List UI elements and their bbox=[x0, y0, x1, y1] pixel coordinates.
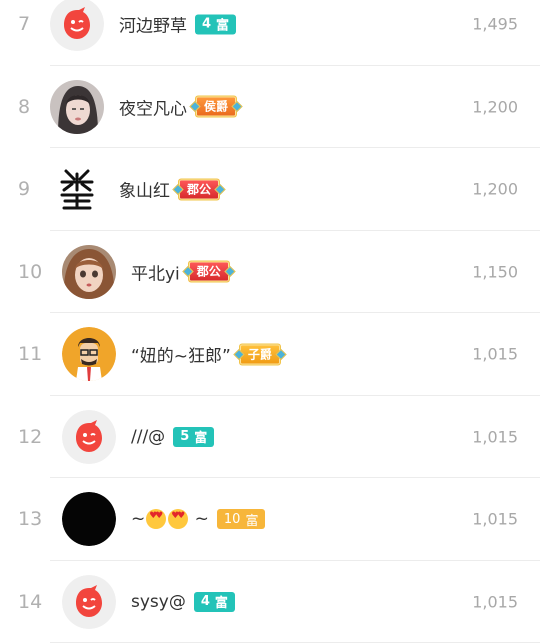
user-info: ///@ 5富 bbox=[131, 427, 214, 447]
user-info: 平北yi 郡公 bbox=[131, 259, 230, 284]
username[interactable]: sysy@ bbox=[131, 592, 186, 612]
list-item[interactable]: 11 “妞的~狂郎” 子爵 1,015 bbox=[0, 313, 540, 396]
list-item[interactable]: 7 河边野草 4富 1,495 bbox=[0, 0, 540, 66]
rank-number: 7 bbox=[18, 13, 48, 35]
username[interactable]: ///@ bbox=[131, 427, 165, 447]
user-info: 河边野草 4富 bbox=[119, 12, 236, 37]
avatar[interactable] bbox=[62, 245, 116, 299]
mascot-icon bbox=[50, 0, 104, 51]
mascot-icon bbox=[62, 410, 116, 464]
rank-number: 11 bbox=[18, 343, 48, 365]
wealth-badge: 4富 bbox=[195, 14, 236, 34]
avatar[interactable] bbox=[50, 0, 104, 51]
noble-badge: 侯爵 bbox=[195, 96, 237, 118]
avatar[interactable] bbox=[62, 410, 116, 464]
doll-photo-icon bbox=[62, 245, 116, 299]
list-item[interactable]: 8 夜空凡心 侯爵 1,200 bbox=[0, 66, 540, 149]
username[interactable]: 夜空凡心 bbox=[119, 94, 187, 119]
user-info: 夜空凡心 侯爵 bbox=[119, 94, 237, 119]
noble-badge: 子爵 bbox=[239, 343, 281, 365]
score: 1,200 bbox=[472, 180, 518, 199]
user-info: 象山红 郡公 bbox=[119, 177, 220, 202]
avatar[interactable] bbox=[62, 575, 116, 629]
heart-eyes-emoji-icon bbox=[146, 509, 166, 529]
noble-badge: 郡公 bbox=[188, 261, 230, 283]
score: 1,015 bbox=[472, 592, 518, 611]
user-photo-icon bbox=[50, 80, 104, 134]
list-item[interactable]: 10 平北yi 郡公 1,150 bbox=[0, 231, 540, 314]
avatar[interactable] bbox=[50, 80, 104, 134]
username[interactable]: ~ ~ bbox=[131, 509, 209, 529]
avatar[interactable] bbox=[62, 327, 116, 381]
score: 1,495 bbox=[472, 15, 518, 34]
username[interactable]: 平北yi bbox=[131, 259, 180, 284]
avatar[interactable] bbox=[50, 162, 104, 216]
list-item[interactable]: 13 ~ ~ 10富 1,015 bbox=[0, 478, 540, 561]
wealth-badge: 5富 bbox=[173, 427, 214, 447]
list-item[interactable]: 9 象山红 郡公 1,200 bbox=[0, 148, 540, 231]
mascot-icon bbox=[62, 575, 116, 629]
calligraphy-icon bbox=[50, 162, 104, 216]
username[interactable]: “妞的~狂郎” bbox=[131, 342, 231, 367]
cartoon-man-icon bbox=[62, 327, 116, 381]
list-item[interactable]: 12 ///@ 5富 1,015 bbox=[0, 396, 540, 479]
username[interactable]: 象山红 bbox=[119, 177, 170, 202]
username[interactable]: 河边野草 bbox=[119, 12, 187, 37]
rank-number: 14 bbox=[18, 591, 48, 613]
score: 1,015 bbox=[472, 510, 518, 529]
wealth-badge: 4富 bbox=[194, 592, 235, 612]
list-item[interactable]: 14 sysy@ 4富 1,015 bbox=[0, 561, 540, 643]
avatar[interactable] bbox=[62, 492, 116, 546]
score: 1,015 bbox=[472, 427, 518, 446]
user-info: “妞的~狂郎” 子爵 bbox=[131, 342, 281, 367]
rank-number: 10 bbox=[18, 261, 48, 283]
heart-eyes-emoji-icon bbox=[168, 509, 188, 529]
score: 1,200 bbox=[472, 97, 518, 116]
wealth-badge: 10富 bbox=[217, 509, 266, 529]
rank-number: 12 bbox=[18, 426, 48, 448]
score: 1,150 bbox=[472, 262, 518, 281]
ranking-list: 7 河边野草 4富 1,495 8 bbox=[0, 0, 540, 643]
user-info: sysy@ 4富 bbox=[131, 592, 235, 612]
noble-badge: 郡公 bbox=[178, 178, 220, 200]
rank-number: 8 bbox=[18, 96, 48, 118]
score: 1,015 bbox=[472, 345, 518, 364]
user-info: ~ ~ 10富 bbox=[131, 509, 265, 529]
rank-number: 9 bbox=[18, 178, 48, 200]
black-avatar-icon bbox=[62, 492, 116, 546]
rank-number: 13 bbox=[18, 508, 48, 530]
